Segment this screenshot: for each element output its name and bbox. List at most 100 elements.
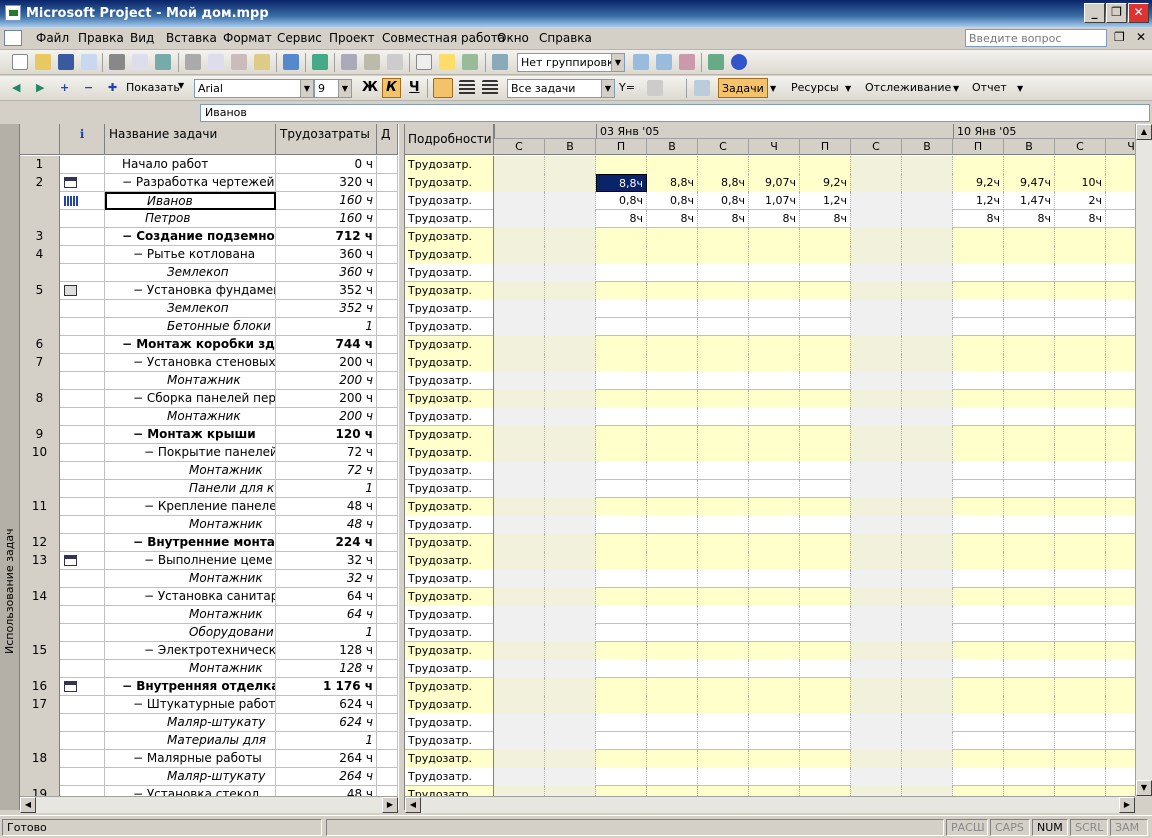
work-value-cell[interactable]: 0,8ч [698, 192, 749, 210]
work-value-cell[interactable] [596, 696, 647, 714]
work-value-cell[interactable] [1055, 462, 1106, 480]
report-guide-button[interactable]: Отчет [972, 81, 1007, 94]
scroll-up-icon[interactable]: ▲ [1136, 124, 1152, 140]
work-value-cell[interactable] [749, 462, 800, 480]
work-value-cell[interactable] [647, 390, 698, 408]
work-value-cell[interactable] [953, 606, 1004, 624]
work-value-cell[interactable] [1055, 642, 1106, 660]
row-id[interactable]: 16 [20, 678, 60, 696]
work-value-cell[interactable] [851, 156, 902, 174]
work-value-cell[interactable] [698, 228, 749, 246]
work-value-cell[interactable] [902, 786, 953, 796]
row-id[interactable]: 1 [20, 156, 60, 174]
work-value-cell[interactable] [1055, 282, 1106, 300]
work-value-cell[interactable] [851, 426, 902, 444]
task-name-cell[interactable]: Монтажник [105, 516, 276, 534]
task-name-cell[interactable]: Материалы для [105, 732, 276, 750]
d-cell[interactable] [377, 768, 398, 786]
work-value-cell[interactable] [1004, 552, 1055, 570]
work-value-cell[interactable] [1106, 624, 1135, 642]
work-value-cell[interactable] [1106, 246, 1135, 264]
work-value-cell[interactable] [596, 228, 647, 246]
work-value-cell[interactable] [749, 732, 800, 750]
work-value-cell[interactable] [1055, 750, 1106, 768]
work-value-cell[interactable] [596, 408, 647, 426]
d-cell[interactable] [377, 246, 398, 264]
work-value-cell[interactable] [494, 552, 545, 570]
work-value-cell[interactable] [647, 642, 698, 660]
work-cell[interactable]: 128 ч [276, 660, 377, 678]
task-name-cell[interactable]: − Установка фундамента [105, 282, 276, 300]
work-value-cell[interactable] [800, 390, 851, 408]
work-cell[interactable]: 48 ч [276, 786, 377, 796]
work-value-cell[interactable] [698, 318, 749, 336]
tracking-guide-button[interactable]: Отслеживание [865, 81, 951, 94]
work-value-cell[interactable] [851, 534, 902, 552]
row-id[interactable]: 17 [20, 696, 60, 714]
row-id[interactable]: 2 [20, 174, 60, 192]
work-value-cell[interactable] [902, 750, 953, 768]
work-value-cell[interactable] [596, 156, 647, 174]
show-button[interactable]: Показать [126, 81, 180, 94]
work-value-cell[interactable] [698, 678, 749, 696]
work-value-cell[interactable]: 8ч [1055, 210, 1106, 228]
work-value-cell[interactable] [953, 768, 1004, 786]
work-value-cell[interactable] [596, 786, 647, 796]
work-value-cell[interactable] [953, 228, 1004, 246]
work-value-cell[interactable] [851, 750, 902, 768]
work-value-cell[interactable] [647, 624, 698, 642]
work-value-cell[interactable] [698, 714, 749, 732]
tasks-guide-button[interactable]: Задачи [718, 78, 768, 98]
work-value-cell[interactable] [1055, 228, 1106, 246]
work-value-cell[interactable] [494, 750, 545, 768]
work-value-cell[interactable] [1055, 372, 1106, 390]
work-value-cell[interactable] [1004, 786, 1055, 796]
work-value-cell[interactable] [749, 498, 800, 516]
work-value-cell[interactable] [953, 282, 1004, 300]
entry-field[interactable]: Иванов [200, 104, 1150, 122]
work-value-cell[interactable] [545, 390, 596, 408]
work-value-cell[interactable] [647, 552, 698, 570]
work-value-cell[interactable] [749, 444, 800, 462]
work-value-cell[interactable] [953, 588, 1004, 606]
doc-restore-icon[interactable]: ❐ [1114, 30, 1125, 44]
work-value-cell[interactable] [902, 480, 953, 498]
italic-button[interactable]: К [382, 78, 401, 98]
work-value-cell[interactable] [494, 426, 545, 444]
work-value-cell[interactable] [596, 516, 647, 534]
print-preview-icon[interactable] [132, 54, 148, 70]
work-value-cell[interactable] [698, 786, 749, 796]
work-value-cell[interactable] [1004, 678, 1055, 696]
minus-icon[interactable]: − [84, 81, 93, 94]
work-cell[interactable]: 72 ч [276, 444, 377, 462]
work-value-cell[interactable] [545, 768, 596, 786]
assignment-row[interactable]: Материалы для 1 [20, 732, 398, 750]
work-value-cell[interactable] [545, 426, 596, 444]
work-value-cell[interactable] [1004, 570, 1055, 588]
work-value-cell[interactable] [800, 336, 851, 354]
work-value-cell[interactable] [953, 336, 1004, 354]
work-value-cell[interactable] [902, 642, 953, 660]
work-value-cell[interactable] [545, 624, 596, 642]
row-id[interactable]: 12 [20, 534, 60, 552]
work-value-cell[interactable] [1106, 210, 1135, 228]
task-row[interactable]: 3 − Создание подземной част712 ч [20, 228, 398, 246]
work-value-cell[interactable] [698, 408, 749, 426]
task-name-cell[interactable]: − Внутренние монтажны [105, 534, 276, 552]
work-value-cell[interactable] [647, 696, 698, 714]
work-value-cell[interactable] [1055, 534, 1106, 552]
task-name-cell[interactable]: Монтажник [105, 660, 276, 678]
work-value-cell[interactable] [698, 282, 749, 300]
grouping-select[interactable]: Нет группировки ▼ [517, 53, 625, 72]
work-value-cell[interactable] [1106, 444, 1135, 462]
close-button[interactable]: ✕ [1128, 3, 1149, 23]
work-value-cell[interactable] [800, 426, 851, 444]
work-value-cell[interactable] [800, 264, 851, 282]
work-value-cell[interactable] [1004, 336, 1055, 354]
work-value-cell[interactable] [953, 714, 1004, 732]
work-value-cell[interactable] [1106, 192, 1135, 210]
work-value-cell[interactable] [698, 300, 749, 318]
work-value-cell[interactable] [1055, 498, 1106, 516]
row-id[interactable] [20, 480, 60, 498]
task-name-cell[interactable]: − Внутренняя отделка здани [105, 678, 276, 696]
